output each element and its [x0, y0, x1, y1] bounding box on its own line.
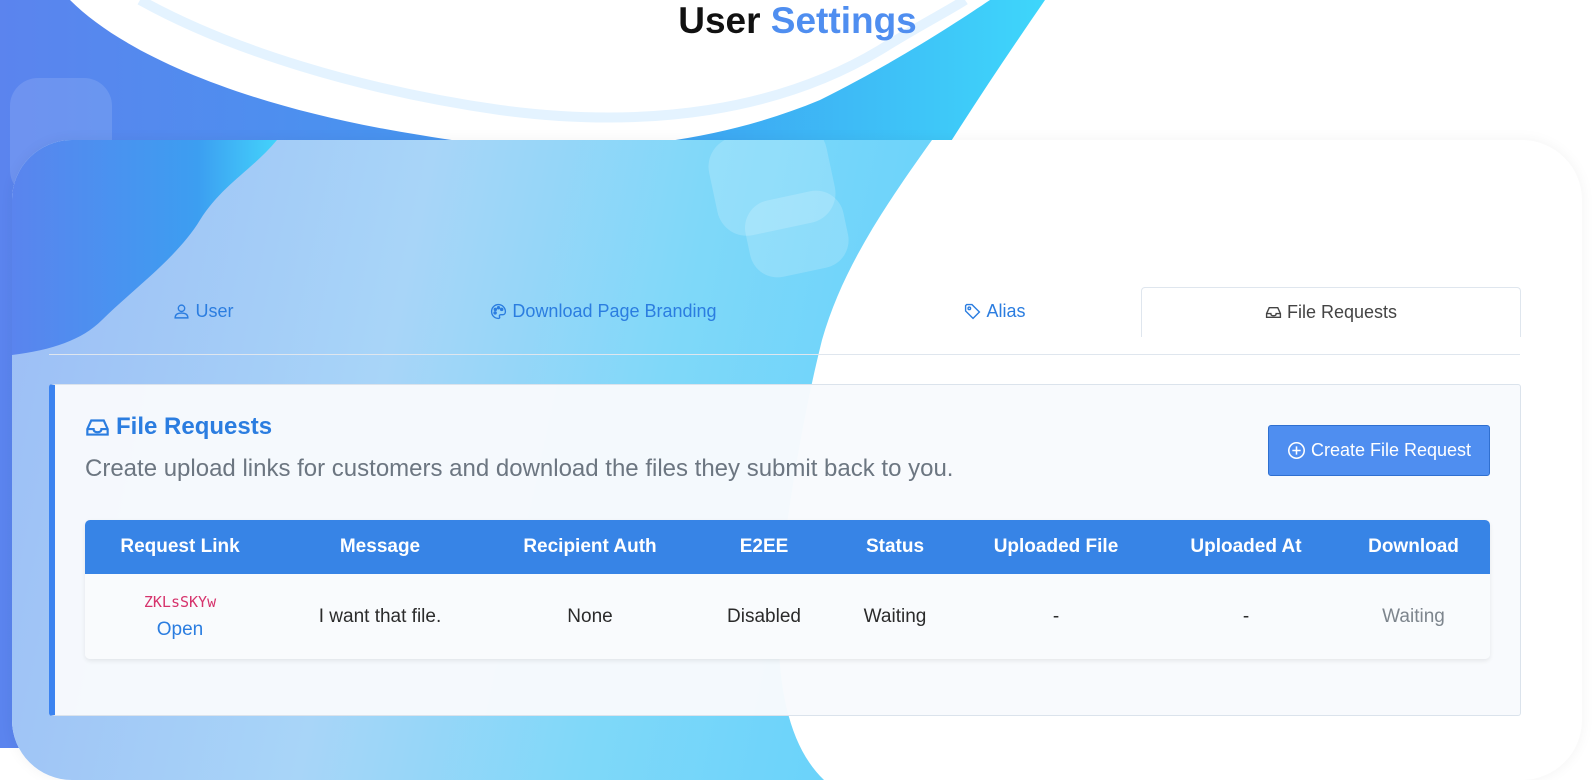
table-row: ZKLsSKYw Open I want that file. None Dis…	[85, 574, 1490, 659]
page-title-accent: Settings	[770, 0, 917, 41]
message-cell: I want that file.	[318, 605, 442, 627]
tab-download-page-branding-label: Download Page Branding	[512, 300, 717, 321]
tab-alias-label: Alias	[986, 300, 1026, 321]
column-header: Message	[339, 536, 421, 557]
inbox-icon	[1265, 307, 1282, 318]
settings-card: User Download Page Branding Alias File R…	[12, 140, 1582, 780]
e2ee-cell: Disabled	[727, 605, 801, 627]
column-header: Uploaded File	[993, 536, 1119, 557]
settings-tabs: User Download Page Branding Alias File R…	[49, 287, 1521, 355]
request-code: ZKLsSKYw	[143, 592, 217, 611]
tab-file-requests[interactable]: File Requests	[1141, 287, 1521, 337]
tab-user[interactable]: User	[49, 287, 358, 335]
panel-title: File Requests	[85, 413, 272, 441]
file-requests-panel: File Requests Create upload links for cu…	[49, 384, 1521, 716]
column-header: Request Link	[120, 536, 240, 557]
download-cell: Waiting	[1382, 605, 1445, 627]
column-header: Uploaded At	[1190, 536, 1302, 557]
tab-file-requests-label: File Requests	[1286, 302, 1398, 322]
column-header: Recipient Auth	[523, 536, 657, 557]
page-title-prefix: User	[678, 0, 761, 41]
open-link[interactable]: Open	[157, 619, 203, 641]
page-title: User Settings	[0, 0, 1595, 42]
create-file-request-button[interactable]: Create File Request	[1268, 425, 1490, 476]
status-cell: Waiting	[863, 605, 927, 627]
uploaded-at-cell: -	[1242, 605, 1250, 627]
request-link-cell: ZKLsSKYw Open	[85, 574, 275, 659]
uploaded-file-cell: -	[1052, 605, 1060, 627]
panel-subtitle: Create upload links for customers and do…	[85, 455, 954, 482]
recipient-auth-cell: None	[567, 605, 613, 627]
column-header: E2EE	[739, 536, 789, 557]
tag-icon	[965, 303, 981, 319]
user-icon	[174, 303, 190, 319]
column-header: Status	[865, 536, 925, 557]
file-requests-table: Request Link Message Recipient Auth E2EE…	[85, 520, 1490, 659]
table-header: Request Link Message Recipient Auth E2EE…	[85, 520, 1490, 574]
column-header: Download	[1368, 536, 1459, 557]
tab-user-label: User	[195, 300, 234, 321]
create-file-request-label: Create File Request	[1310, 440, 1472, 460]
palette-icon	[491, 303, 507, 319]
panel-title-text: File Requests	[116, 413, 273, 440]
inbox-icon	[86, 418, 109, 436]
tab-download-page-branding[interactable]: Download Page Branding	[358, 287, 849, 335]
tab-alias[interactable]: Alias	[849, 287, 1141, 335]
plus-circle-icon	[1287, 442, 1305, 459]
